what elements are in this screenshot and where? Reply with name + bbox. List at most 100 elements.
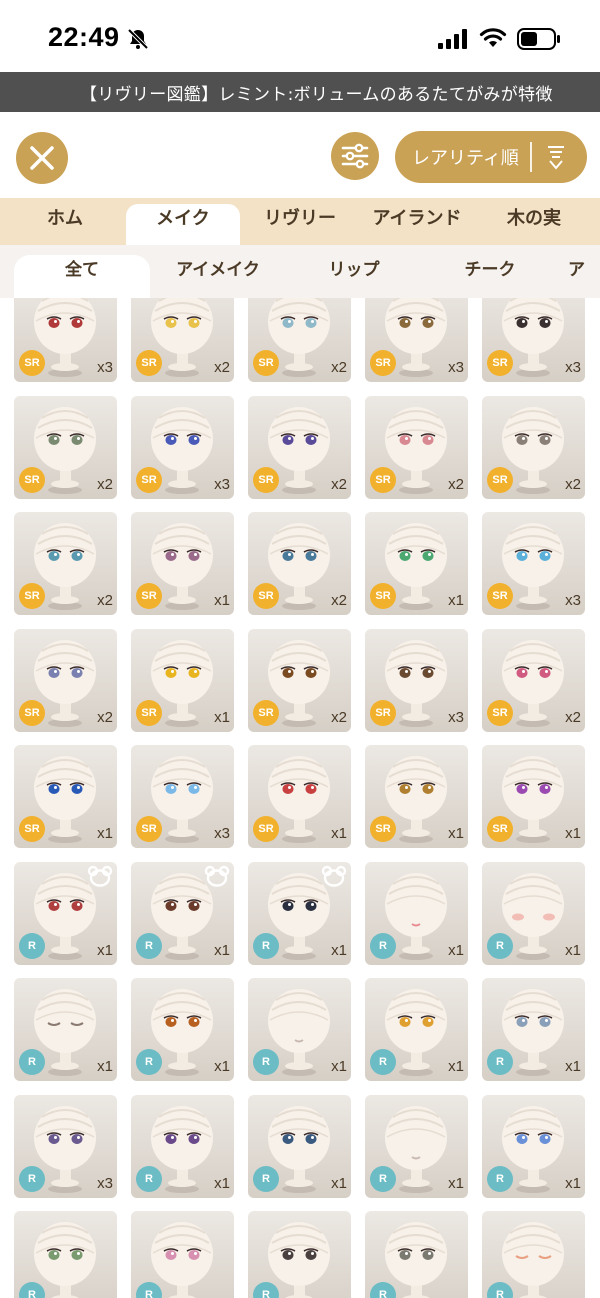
subtab-more[interactable]: ア [568, 255, 600, 298]
signal-icon [438, 29, 467, 49]
bear-icon [204, 865, 230, 887]
item-card[interactable]: SR x3 [365, 629, 468, 732]
rarity-badge: SR [136, 350, 162, 376]
item-quantity: x3 [97, 359, 113, 376]
item-quantity: x1 [214, 592, 230, 609]
rarity-badge: SR [253, 700, 279, 726]
item-card[interactable]: SR x1 [131, 512, 234, 615]
item-quantity: x1 [448, 825, 464, 842]
item-card[interactable]: Rx1 [365, 978, 468, 1081]
subtab-eye-makeup[interactable]: アイメイク [150, 255, 286, 298]
rarity-badge: R [370, 1049, 396, 1075]
rarity-badge: R [136, 933, 162, 959]
item-card[interactable]: Rx1 [482, 1095, 585, 1198]
item-quantity: x3 [214, 476, 230, 493]
item-quantity: x2 [97, 709, 113, 726]
item-card[interactable]: SR x2 [248, 512, 351, 615]
item-card[interactable]: SR x3 [482, 298, 585, 382]
rarity-badge: SR [19, 467, 45, 493]
rarity-badge: R [136, 1049, 162, 1075]
item-card[interactable]: Rx1 [131, 862, 234, 965]
item-card[interactable]: SR x2 [14, 629, 117, 732]
item-quantity: x1 [331, 1058, 347, 1075]
item-card[interactable]: SR x3 [14, 298, 117, 382]
subtab-all[interactable]: 全て [14, 255, 150, 298]
item-card[interactable]: SR x2 [482, 629, 585, 732]
item-card[interactable]: SR x2 [365, 396, 468, 499]
item-quantity: x3 [565, 592, 581, 609]
item-card[interactable]: Rx1 [14, 862, 117, 965]
item-card[interactable]: SR x1 [482, 745, 585, 848]
tab-hom[interactable]: ホム [6, 204, 124, 245]
item-card[interactable]: Rx1 [248, 862, 351, 965]
item-card[interactable]: SR x1 [248, 745, 351, 848]
item-card[interactable]: SR x2 [248, 396, 351, 499]
item-quantity: x1 [565, 942, 581, 959]
item-card[interactable]: SR x2 [14, 512, 117, 615]
item-card[interactable]: SR x1 [365, 745, 468, 848]
item-card[interactable]: Rx1 [131, 1095, 234, 1198]
item-card[interactable]: SR x3 [131, 396, 234, 499]
rarity-badge: SR [487, 583, 513, 609]
item-card[interactable]: Rx1 [482, 862, 585, 965]
tab-livly[interactable]: リヴリー [244, 204, 356, 245]
item-quantity: x2 [331, 476, 347, 493]
subtab-lip[interactable]: リップ [286, 255, 422, 298]
rarity-badge: R [19, 1049, 45, 1075]
item-card[interactable]: Rx1 [482, 978, 585, 1081]
rarity-badge: SR [19, 350, 45, 376]
item-quantity: x2 [214, 359, 230, 376]
item-card[interactable]: R [131, 1211, 234, 1298]
item-card[interactable]: Rx1 [365, 1095, 468, 1198]
item-card[interactable]: SR x2 [14, 396, 117, 499]
battery-icon [517, 28, 560, 50]
rarity-badge: R [370, 933, 396, 959]
item-quantity: x3 [565, 359, 581, 376]
item-card[interactable]: SR x2 [248, 629, 351, 732]
item-card[interactable]: SR x2 [131, 298, 234, 382]
rarity-badge: SR [487, 700, 513, 726]
wifi-icon [479, 28, 507, 47]
item-card[interactable]: R [365, 1211, 468, 1298]
close-button[interactable] [16, 132, 68, 184]
tab-nuts[interactable]: 木の実 [478, 204, 590, 245]
item-card[interactable]: Rx1 [248, 978, 351, 1081]
item-card[interactable]: SR x1 [14, 745, 117, 848]
filter-button[interactable] [331, 132, 379, 180]
item-card[interactable]: R [248, 1211, 351, 1298]
item-quantity: x1 [214, 1058, 230, 1075]
item-card[interactable]: SR x1 [365, 512, 468, 615]
rarity-badge: R [370, 1166, 396, 1192]
rarity-badge: SR [19, 583, 45, 609]
item-card[interactable]: Rx3 [14, 1095, 117, 1198]
item-grid[interactable]: SR x3 SR x2 SR x2 SR x3 SR x3 SR x2 SR x3 SR x2 SR x2 SR x2… [0, 298, 600, 1298]
item-card[interactable]: SR x3 [482, 512, 585, 615]
subtab-cheek[interactable]: チーク [422, 255, 558, 298]
item-quantity: x1 [214, 1175, 230, 1192]
bear-icon [87, 865, 113, 887]
item-quantity: x1 [448, 592, 464, 609]
item-card[interactable]: Rx1 [14, 978, 117, 1081]
close-icon [30, 146, 54, 170]
tab-make[interactable]: メイク [126, 204, 240, 245]
rarity-badge: R [19, 933, 45, 959]
rarity-badge: R [253, 1049, 279, 1075]
rarity-badge: SR [136, 700, 162, 726]
item-card[interactable]: R [14, 1211, 117, 1298]
item-card[interactable]: SR x3 [131, 745, 234, 848]
item-card[interactable]: SR x3 [365, 298, 468, 382]
rarity-badge: SR [253, 350, 279, 376]
item-card[interactable]: Rx1 [248, 1095, 351, 1198]
item-quantity: x1 [97, 1058, 113, 1075]
tab-island[interactable]: アイランド [358, 204, 476, 245]
item-card[interactable]: SR x1 [131, 629, 234, 732]
sort-button[interactable]: レアリティ順 [395, 131, 587, 183]
item-card[interactable]: SR x2 [482, 396, 585, 499]
rarity-badge: SR [487, 816, 513, 842]
rarity-badge: R [136, 1166, 162, 1192]
item-card[interactable]: R [482, 1211, 585, 1298]
item-card[interactable]: Rx1 [365, 862, 468, 965]
item-card[interactable]: Rx1 [131, 978, 234, 1081]
item-card[interactable]: SR x2 [248, 298, 351, 382]
item-quantity: x3 [97, 1175, 113, 1192]
